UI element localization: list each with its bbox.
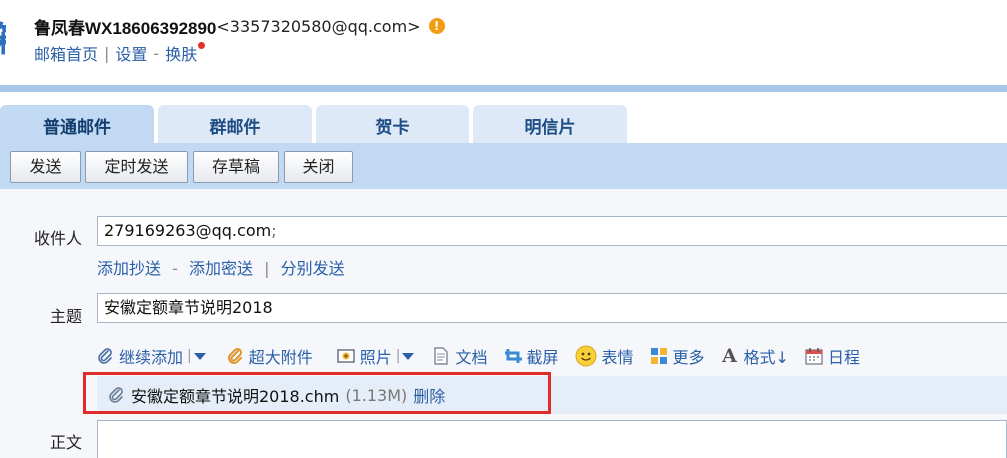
grid-icon bbox=[650, 347, 668, 365]
font-icon: A bbox=[722, 345, 737, 367]
document-label: 文档 bbox=[455, 348, 488, 367]
screenshot-button[interactable]: 截屏 bbox=[504, 344, 559, 368]
close-button[interactable]: 关闭 bbox=[284, 151, 353, 183]
emoji-label: 表情 bbox=[601, 348, 634, 367]
separate-send-link[interactable]: 分别发送 bbox=[281, 259, 345, 278]
screenshot-label: 截屏 bbox=[526, 348, 559, 367]
mailbox-home-link[interactable]: 邮箱首页 bbox=[34, 41, 98, 65]
photo-icon bbox=[337, 347, 355, 365]
option-separator: | bbox=[264, 259, 270, 278]
dropdown-separator: | bbox=[395, 348, 401, 364]
calendar-icon bbox=[805, 347, 823, 365]
attachment-toolbar: 继续添加 | 超大附件 照片 | 文档 截屏 表情 更多 A 格式↓ 日程 bbox=[96, 343, 860, 369]
scheduled-send-button[interactable]: 定时发送 bbox=[85, 151, 188, 183]
chevron-down-icon[interactable] bbox=[193, 352, 206, 360]
schedule-label: 日程 bbox=[827, 348, 860, 367]
new-dot-icon bbox=[198, 41, 206, 49]
continue-attach-label: 继续添加 bbox=[119, 348, 184, 367]
warning-icon[interactable]: ! bbox=[428, 18, 445, 34]
emoji-button[interactable]: 表情 bbox=[575, 344, 634, 368]
dropdown-separator: | bbox=[187, 348, 192, 364]
recipient-separator: ; bbox=[271, 221, 277, 240]
add-bcc-link[interactable]: 添加密送 bbox=[189, 259, 253, 278]
account-line: 鲁凤春WX18606392890 <3357320580@qq.com> ! bbox=[34, 14, 445, 38]
schedule-button[interactable]: 日程 bbox=[805, 344, 860, 368]
account-name: 鲁凤春WX18606392890 bbox=[34, 18, 217, 38]
continue-attach-button[interactable]: 继续添加 bbox=[96, 344, 183, 368]
recipient-options: 添加抄送 - 添加密送 | 分别发送 bbox=[97, 255, 345, 279]
body-editor[interactable] bbox=[97, 420, 1007, 458]
send-button[interactable]: 发送 bbox=[10, 151, 81, 183]
settings-link[interactable]: 设置 bbox=[115, 41, 147, 65]
add-cc-link[interactable]: 添加抄送 bbox=[97, 259, 161, 278]
compose-toolbar: 发送 定时发送 存草稿 关闭 bbox=[0, 143, 1007, 189]
subject-input[interactable]: 安徽定额章节说明2018 bbox=[97, 293, 1007, 323]
tab-group-mail[interactable]: 群邮件 bbox=[158, 105, 312, 143]
tab-postcard[interactable]: 明信片 bbox=[473, 105, 627, 143]
tab-greeting-card[interactable]: 贺卡 bbox=[316, 105, 469, 143]
highlight-box bbox=[83, 372, 551, 414]
large-attach-label: 超大附件 bbox=[248, 348, 313, 367]
nav-separator: | bbox=[104, 43, 110, 63]
header-divider bbox=[0, 85, 1007, 92]
option-separator: - bbox=[172, 259, 178, 278]
scissors-icon bbox=[504, 347, 522, 365]
recipient-label: 收件人 bbox=[33, 229, 82, 248]
document-button[interactable]: 文档 bbox=[432, 344, 488, 368]
more-label: 更多 bbox=[672, 348, 705, 367]
tab-normal-mail[interactable]: 普通邮件 bbox=[0, 105, 154, 143]
account-header: 鲁凤春WX18606392890 <3357320580@qq.com> ! 邮… bbox=[34, 14, 445, 64]
smiley-icon bbox=[575, 345, 597, 367]
format-button[interactable]: A 格式↓ bbox=[721, 344, 789, 368]
large-attach-button[interactable]: 超大附件 bbox=[226, 344, 313, 368]
chevron-down-icon[interactable] bbox=[402, 352, 415, 360]
paperclip-icon bbox=[96, 347, 114, 365]
skin-link[interactable]: 换肤 bbox=[165, 41, 197, 65]
save-draft-button[interactable]: 存草稿 bbox=[193, 151, 279, 183]
recipient-input[interactable]: 279169263@qq.com; bbox=[97, 216, 1007, 246]
logo-fragment: 箱 bbox=[0, 18, 6, 62]
recipient-value: 279169263@qq.com bbox=[104, 221, 272, 240]
nav-separator: - bbox=[153, 43, 160, 63]
body-label: 正文 bbox=[49, 433, 82, 452]
document-icon bbox=[432, 347, 450, 365]
subject-label: 主题 bbox=[49, 307, 82, 326]
account-email: <3357320580@qq.com> bbox=[216, 16, 421, 36]
header-nav: 邮箱首页 | 设置 - 换肤 bbox=[34, 41, 445, 65]
photo-button[interactable]: 照片 bbox=[337, 344, 392, 368]
photo-label: 照片 bbox=[359, 348, 392, 367]
format-label: 格式↓ bbox=[743, 348, 789, 367]
compose-tabs: 普通邮件 群邮件 贺卡 明信片 bbox=[0, 105, 631, 143]
compose-form: 收件人 279169263@qq.com; 添加抄送 - 添加密送 | 分别发送… bbox=[0, 189, 1007, 458]
more-button[interactable]: 更多 bbox=[650, 344, 705, 368]
large-paperclip-icon bbox=[226, 347, 244, 365]
